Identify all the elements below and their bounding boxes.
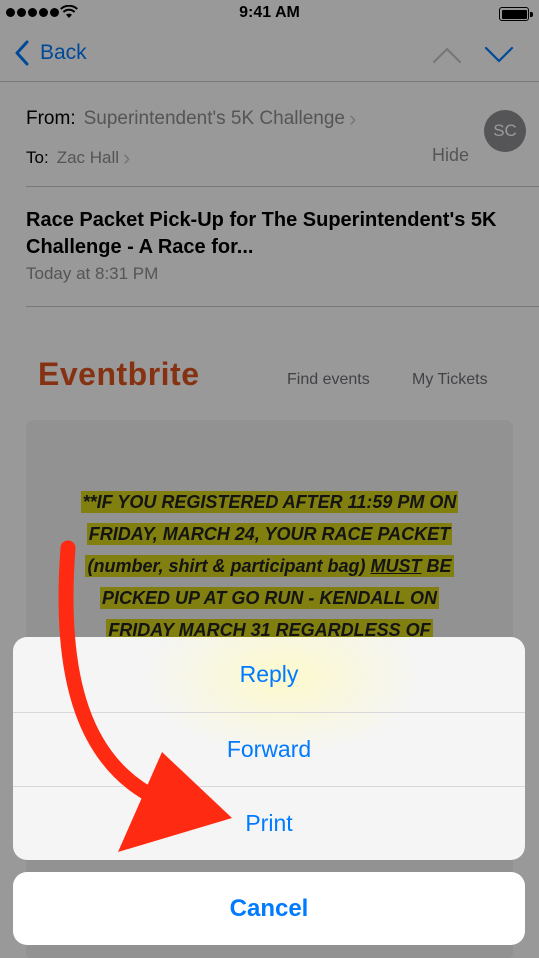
cancel-button[interactable]: Cancel [13,872,525,945]
action-sheet: Reply Forward Print [13,637,525,860]
forward-button[interactable]: Forward [13,712,525,786]
print-button[interactable]: Print [13,786,525,860]
reply-button[interactable]: Reply [13,637,525,711]
